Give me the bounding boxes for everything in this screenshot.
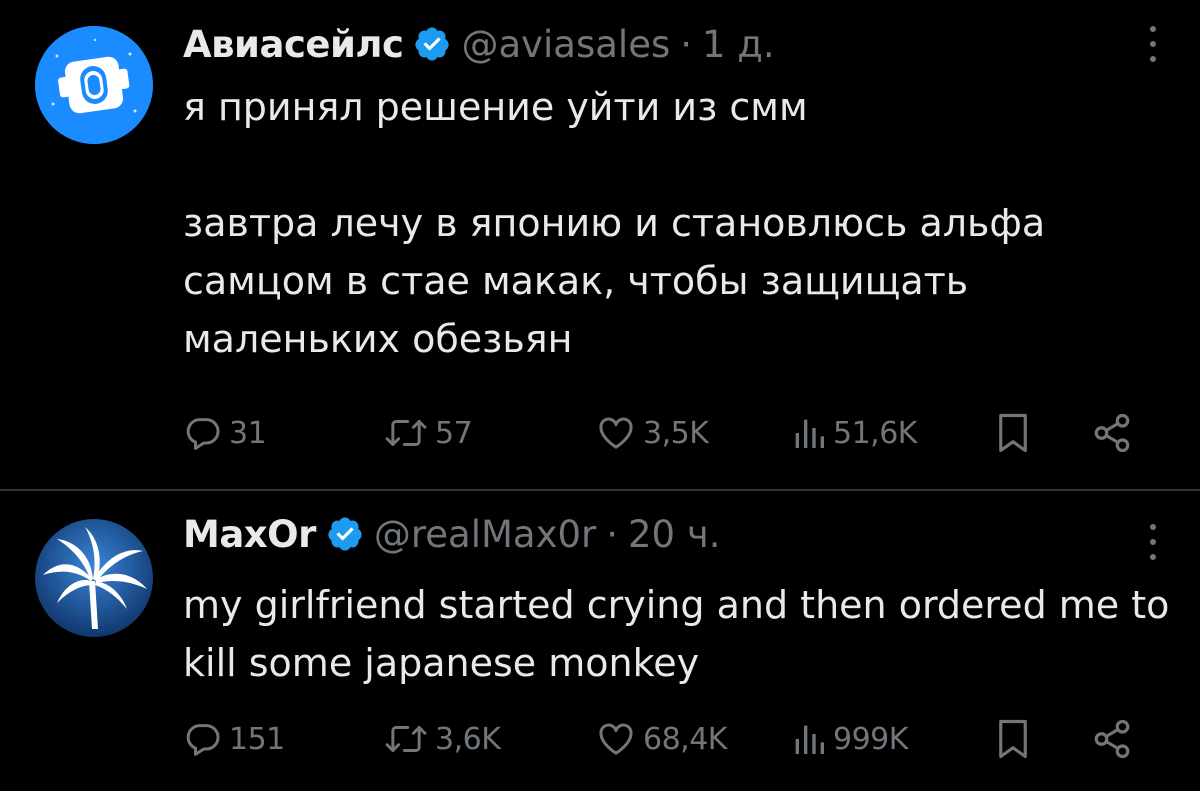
- repost-icon: [385, 420, 427, 446]
- display-name[interactable]: MaxOr: [183, 513, 316, 556]
- share-icon: [1094, 413, 1130, 453]
- reply-button[interactable]: 151: [183, 714, 285, 764]
- views-chart-icon: [795, 419, 824, 448]
- repost-icon: [385, 726, 427, 752]
- separator-dot: ·: [606, 512, 618, 556]
- tweet-aviasales[interactable]: Авиасейлс @aviasales · 1 д. я принял реш…: [0, 0, 1200, 489]
- repost-count: 57: [435, 415, 473, 451]
- tweet-header: MaxOr @realMax0r · 20 ч.: [183, 504, 720, 564]
- bookmark-button[interactable]: [995, 408, 1031, 458]
- like-count: 68,4K: [643, 721, 727, 757]
- bookmark-icon: [999, 719, 1027, 759]
- reply-icon: [186, 724, 220, 756]
- share-button[interactable]: [1091, 714, 1133, 764]
- views-button[interactable]: 51,6K: [791, 408, 917, 458]
- tweet-text: my girlfriend started crying and then or…: [183, 583, 1182, 685]
- verified-badge-icon: [328, 517, 362, 551]
- tweet-header: Авиасейлс @aviasales · 1 д.: [183, 14, 775, 74]
- reply-count: 151: [229, 721, 285, 757]
- share-icon: [1094, 719, 1130, 759]
- repost-count: 3,6K: [435, 721, 501, 757]
- tweet-actions: 31 57 3,5K 51,6K: [183, 408, 1163, 458]
- avatar[interactable]: [35, 26, 153, 144]
- palm-tree-avatar-icon: [35, 519, 153, 637]
- timestamp[interactable]: 20 ч.: [628, 513, 720, 556]
- share-button[interactable]: [1091, 408, 1133, 458]
- handle[interactable]: @aviasales: [461, 23, 670, 66]
- aviasales-logo-icon: [35, 26, 153, 144]
- separator-dot: ·: [680, 22, 692, 66]
- handle[interactable]: @realMax0r: [374, 513, 596, 556]
- like-button[interactable]: 68,4K: [595, 714, 727, 764]
- timestamp[interactable]: 1 д.: [702, 23, 775, 66]
- display-name[interactable]: Авиасейлс: [183, 23, 404, 66]
- repost-button[interactable]: 57: [383, 408, 473, 458]
- reply-count: 31: [229, 415, 267, 451]
- repost-button[interactable]: 3,6K: [383, 714, 501, 764]
- verified-badge-icon: [415, 27, 450, 61]
- more-options-icon[interactable]: [1146, 524, 1160, 566]
- heart-icon: [599, 723, 633, 755]
- heart-icon: [599, 417, 633, 449]
- views-button[interactable]: 999K: [791, 714, 908, 764]
- tweet-text: я принял решение уйти из смм завтра лечу…: [183, 85, 1046, 361]
- avatar[interactable]: [35, 519, 153, 637]
- tweet-maxor[interactable]: MaxOr @realMax0r · 20 ч. my girlfriend s…: [0, 490, 1200, 791]
- bookmark-button[interactable]: [995, 714, 1031, 764]
- views-count: 999K: [833, 721, 908, 757]
- bookmark-icon: [999, 413, 1027, 453]
- reply-icon: [186, 418, 220, 450]
- views-count: 51,6K: [833, 415, 917, 451]
- views-chart-icon: [795, 725, 824, 754]
- like-button[interactable]: 3,5K: [595, 408, 709, 458]
- more-options-icon[interactable]: [1146, 26, 1160, 68]
- tweet-actions: 151 3,6K 68,4K 999K: [183, 714, 1163, 764]
- like-count: 3,5K: [643, 415, 709, 451]
- reply-button[interactable]: 31: [183, 408, 267, 458]
